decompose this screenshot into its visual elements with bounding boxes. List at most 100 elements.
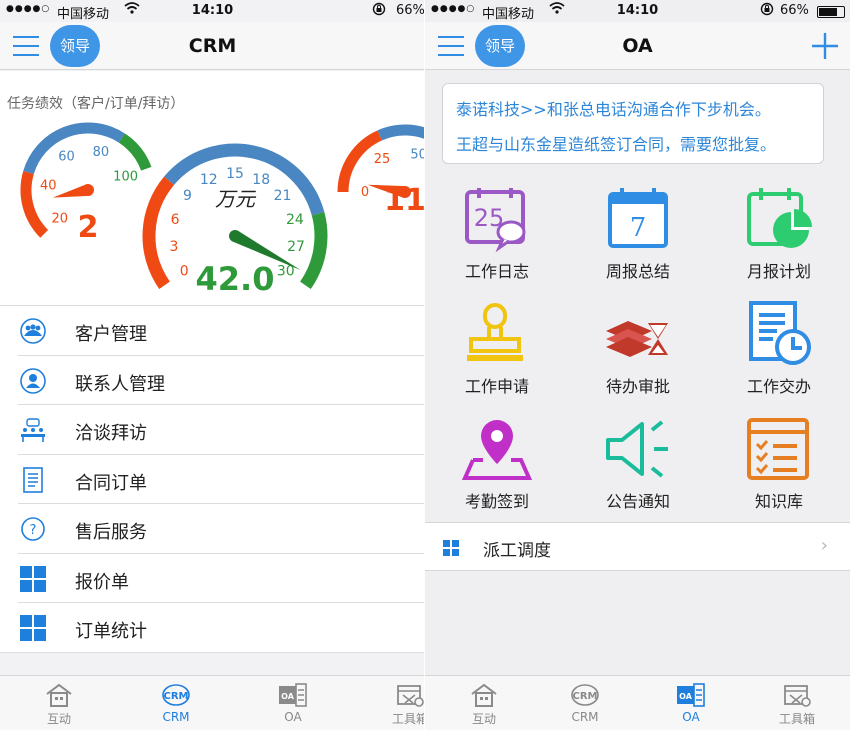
toolbox-icon	[395, 682, 425, 708]
gauge-tick-label: 25	[374, 152, 391, 167]
crm-menu-item[interactable]: 订单统计	[0, 603, 425, 653]
home-icon	[44, 682, 74, 708]
help-icon: ?	[19, 516, 47, 542]
avatar[interactable]: 领导	[475, 25, 525, 67]
oa-grid-label: 工作交办	[746, 377, 811, 396]
gauge-tick-label: 60	[58, 149, 75, 164]
gauge-pivot	[82, 184, 94, 196]
oa-grid-label: 工作日志	[464, 262, 529, 281]
tab-crm[interactable]: CRM CRM	[545, 682, 625, 730]
tab-label: 工具箱	[778, 712, 815, 726]
gauge-red-band	[142, 176, 175, 290]
crm-menu-item[interactable]: 合同订单	[0, 455, 425, 504]
avatar[interactable]: 领导	[50, 25, 100, 67]
gauge-unit: 万元	[215, 187, 257, 211]
customers-icon	[19, 318, 47, 344]
battery-icon	[817, 6, 845, 18]
gauge: 20 4060 80100 2	[20, 122, 152, 245]
row-divider	[0, 651, 425, 653]
tab-bar: 互动 CRM CRM OA OA 工具箱	[0, 675, 425, 730]
calendar-chart-icon	[743, 186, 815, 252]
nav-bar: 领导 OA	[425, 22, 850, 70]
toolbox-icon	[782, 682, 812, 708]
contract-icon	[19, 466, 47, 493]
crm-menu-item[interactable]: ? 售后服务	[0, 504, 425, 554]
oa-grid-item[interactable]: 考勤签到	[427, 416, 567, 526]
contact-icon	[19, 367, 47, 394]
oa-grid-item[interactable]: 工作申请	[427, 301, 567, 411]
oa-icon: OA	[278, 682, 308, 708]
notice-line[interactable]: 泰诺科技>>和张总电话沟通合作下步机会。	[456, 96, 823, 120]
oa-grid-item[interactable]: 待办审批	[568, 301, 708, 411]
oa-grid-item[interactable]: 知识库	[709, 416, 849, 526]
menu-icon[interactable]	[13, 36, 39, 56]
crm-menu-list: 客户管理联系人管理洽谈拜访 合同订单? 售后服务报价单订单统计	[0, 305, 425, 653]
menu-icon[interactable]	[438, 36, 464, 56]
grid-icon	[19, 615, 47, 641]
gauge-green-band	[118, 133, 152, 171]
tab-label: OA	[284, 710, 302, 724]
rotation-lock-icon	[372, 2, 386, 20]
oa-grid-label: 知识库	[754, 492, 803, 511]
battery-label: 66%	[396, 3, 425, 18]
notice-card[interactable]: 泰诺科技>>和张总电话沟通合作下步机会。 王超与山东金星造纸签订合同，需要您批复…	[442, 83, 824, 164]
gauge-tick-label: 18	[252, 172, 270, 188]
svg-text:?: ?	[30, 523, 37, 538]
home-icon	[469, 682, 499, 708]
oa-screen: ●●●●○ 中国移动 14:10 66% 领导 OA 泰诺科技>>和张总电话沟通…	[425, 0, 850, 730]
status-bar: ●●●●○ 中国移动 14:10 66%	[0, 0, 425, 22]
crm-menu-label: 报价单	[75, 571, 129, 593]
gauge-tick-label: 100	[113, 169, 138, 184]
oa-grid-item[interactable]: 公告通知	[568, 416, 708, 526]
gauge-value: 42.0	[196, 260, 275, 298]
tab-oa[interactable]: OA OA	[651, 682, 731, 730]
grid-icon	[443, 540, 459, 556]
gauge-tick-label: 50	[410, 147, 425, 162]
crm-menu-label: 联系人管理	[75, 373, 165, 395]
notice-line[interactable]: 王超与山东金星造纸签订合同，需要您批复。	[456, 131, 823, 155]
gauge-tick-label: 27	[287, 239, 305, 255]
crm-menu-label: 订单统计	[75, 621, 147, 642]
tab-label: 工具箱	[391, 712, 425, 726]
tab-label: CRM	[571, 710, 599, 724]
tab-bar: 互动 CRM CRM OA OA 工具箱	[425, 675, 850, 730]
plus-icon[interactable]	[810, 31, 840, 61]
gauge-pivot	[229, 230, 241, 242]
oa-tab-glyph: OA	[281, 692, 295, 701]
chevron-right-icon: ›	[820, 535, 828, 556]
gauge-tick-label: 12	[200, 172, 218, 188]
gauge-tick-label: 24	[286, 212, 304, 228]
oa-grid-item[interactable]: 7 周报总结	[568, 186, 708, 296]
tab-oa[interactable]: OA OA	[253, 682, 333, 730]
tab-home[interactable]: 互动	[444, 682, 524, 730]
document-clock-icon	[743, 301, 815, 367]
oa-grid-label: 月报计划	[746, 262, 811, 281]
battery-label: 66%	[780, 3, 809, 18]
crm-menu-item[interactable]: 客户管理	[0, 306, 425, 356]
tab-label: 互动	[471, 712, 496, 726]
gauge: 025507510011	[337, 124, 425, 226]
tab-crm[interactable]: CRM CRM	[136, 682, 216, 730]
crm-tab-glyph: CRM	[573, 691, 598, 702]
meeting-icon	[19, 417, 47, 443]
gauge-tick-label: 0	[361, 185, 369, 200]
tab-toolbox[interactable]: 工具箱	[757, 682, 837, 730]
stamp-icon	[461, 301, 533, 367]
tab-home[interactable]: 互动	[19, 682, 99, 730]
crm-menu-item[interactable]: 联系人管理	[0, 356, 425, 405]
gauge-tick-label: 9	[183, 188, 192, 204]
dispatch-label: 派工调度	[483, 541, 551, 561]
dispatch-row[interactable]: 派工调度 ›	[425, 522, 850, 571]
speaker-icon	[602, 416, 674, 482]
status-time: 14:10	[191, 3, 234, 18]
oa-grid-item[interactable]: 工作交办	[709, 301, 849, 411]
gauge-tick-label: 3	[169, 239, 178, 255]
oa-tab-glyph: OA	[679, 692, 693, 701]
crm-tab-glyph: CRM	[164, 691, 189, 702]
oa-grid-item[interactable]: 25 工作日志	[427, 186, 567, 296]
oa-grid-item[interactable]: 月报计划	[709, 186, 849, 296]
crm-menu-item[interactable]: 洽谈拜访	[0, 405, 425, 455]
nav-bar: 领导 CRM	[0, 22, 425, 70]
crm-menu-item[interactable]: 报价单	[0, 554, 425, 603]
tab-toolbox[interactable]: 工具箱	[370, 682, 425, 730]
